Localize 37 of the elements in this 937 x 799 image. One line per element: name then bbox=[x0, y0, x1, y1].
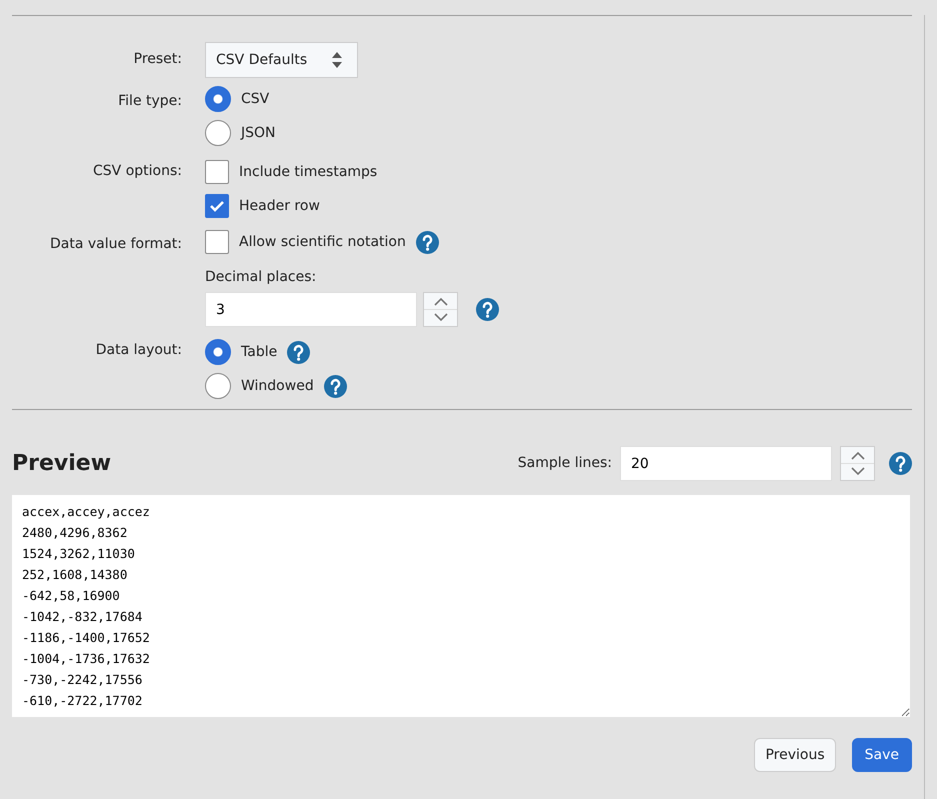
check-icon bbox=[209, 200, 225, 212]
previous-button[interactable]: Previous bbox=[754, 738, 836, 772]
help-icon[interactable] bbox=[476, 298, 499, 321]
checkbox[interactable] bbox=[205, 230, 229, 254]
field-label: Decimal places: bbox=[205, 268, 318, 287]
section-title: Preview bbox=[12, 450, 112, 478]
option-label: Header row bbox=[239, 196, 320, 216]
save-button[interactable]: Save bbox=[852, 738, 912, 772]
preset-select[interactable]: CSV Defaults bbox=[205, 42, 358, 78]
field-label: CSV options: bbox=[92, 162, 182, 181]
help-icon[interactable] bbox=[889, 452, 912, 475]
option-label: Include timestamps bbox=[239, 162, 378, 182]
number-field[interactable]: 20 bbox=[620, 446, 832, 481]
radio-button[interactable] bbox=[205, 120, 231, 146]
option-label: JSON bbox=[241, 124, 276, 142]
radio-button[interactable] bbox=[205, 339, 231, 365]
option-label: Table bbox=[241, 342, 278, 362]
field-label: Data layout: bbox=[94, 341, 182, 360]
field-label: File type: bbox=[117, 92, 182, 111]
option-label: Allow scientific notation bbox=[239, 232, 406, 252]
option-label: CSV bbox=[241, 90, 270, 108]
field-label: Sample lines: bbox=[518, 454, 612, 473]
sort-icon bbox=[331, 51, 343, 69]
number-field[interactable]: 3 bbox=[205, 292, 417, 327]
checkbox[interactable] bbox=[205, 194, 229, 218]
help-icon[interactable] bbox=[324, 374, 347, 398]
checkbox[interactable] bbox=[205, 160, 229, 184]
option-label: Windowed bbox=[241, 376, 314, 396]
radio-button[interactable] bbox=[205, 373, 231, 399]
help-icon[interactable] bbox=[416, 230, 439, 254]
radio-button[interactable] bbox=[205, 86, 231, 112]
field-label: Preset: bbox=[132, 50, 182, 69]
spinner[interactable] bbox=[423, 292, 458, 327]
spinner[interactable] bbox=[840, 446, 875, 481]
preview-textarea[interactable]: accex,accey,accez 2480,4296,8362 1524,3262,11030 252,1608,14380 -642,58,16900 -1042,-832,17684 -1186,-1400,17652 -1004,-1736,17632 -730,-2242,17556 -610,-2722,17702 bbox=[12, 495, 910, 717]
field-label: Data value format: bbox=[49, 235, 182, 254]
help-icon[interactable] bbox=[287, 340, 310, 364]
